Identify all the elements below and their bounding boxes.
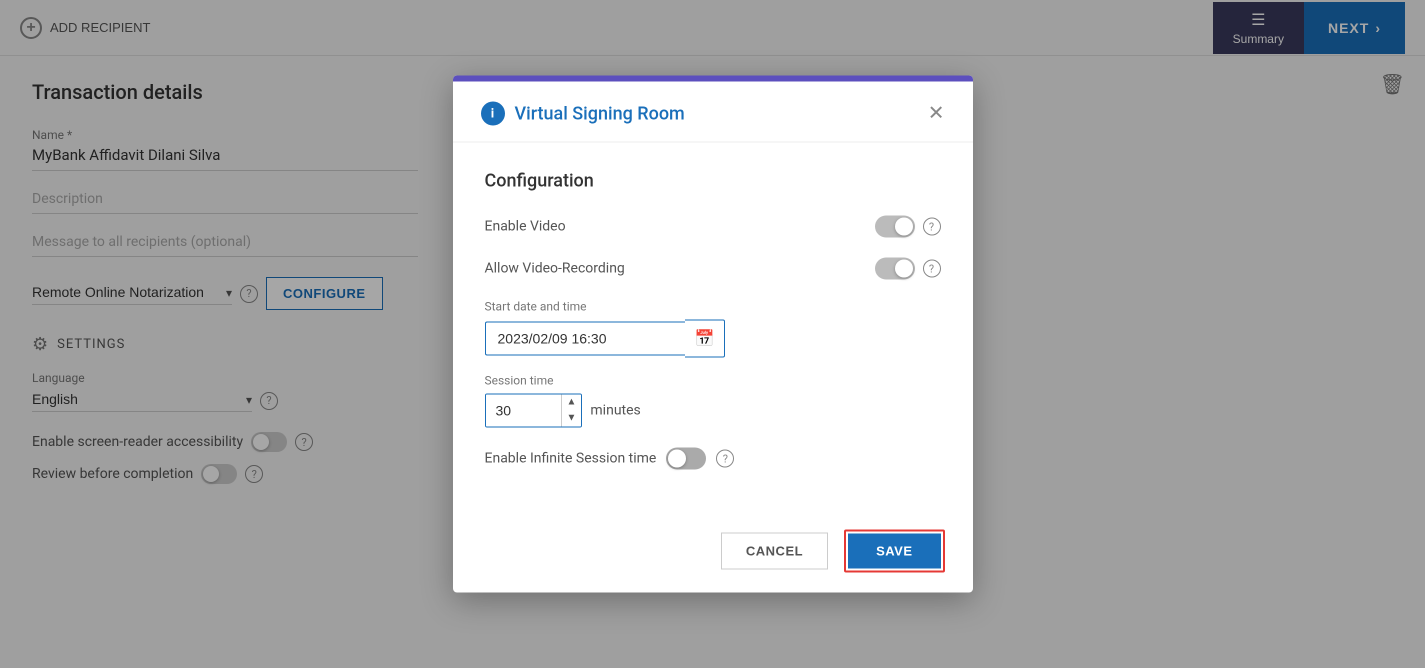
start-date-input[interactable] — [485, 322, 685, 356]
virtual-signing-room-modal: i Virtual Signing Room ✕ Configuration E… — [453, 76, 973, 593]
allow-recording-controls: ? — [875, 258, 941, 280]
close-icon: ✕ — [928, 103, 945, 125]
enable-video-label-row: Enable Video — [485, 219, 566, 235]
datetime-input-row: 📅 — [485, 320, 941, 358]
session-time-input[interactable] — [486, 395, 561, 427]
minutes-label: minutes — [590, 403, 640, 419]
enable-video-label: Enable Video — [485, 219, 566, 235]
modal-title-row: i Virtual Signing Room — [481, 102, 685, 126]
cancel-button[interactable]: CANCEL — [721, 533, 828, 570]
start-datetime-wrapper: Start date and time 📅 — [485, 300, 941, 358]
allow-recording-toggle[interactable] — [875, 258, 915, 280]
calendar-button[interactable]: 📅 — [685, 320, 726, 358]
session-time-row: ▲ ▼ minutes — [485, 394, 941, 428]
start-date-label: Start date and time — [485, 300, 941, 314]
modal-title: Virtual Signing Room — [515, 103, 685, 124]
allow-recording-help-icon[interactable]: ? — [923, 260, 941, 278]
enable-video-help-icon[interactable]: ? — [923, 218, 941, 236]
enable-video-controls: ? — [875, 216, 941, 238]
modal-body: Configuration Enable Video ? Allow Video… — [453, 143, 973, 518]
config-section-title: Configuration — [485, 171, 941, 192]
enable-video-toggle[interactable] — [875, 216, 915, 238]
session-time-label: Session time — [485, 374, 941, 388]
infinite-session-toggle[interactable] — [666, 448, 706, 470]
modal-footer: CANCEL SAVE — [453, 518, 973, 593]
save-button[interactable]: SAVE — [848, 534, 940, 569]
session-spinner-arrows: ▲ ▼ — [561, 395, 582, 427]
infinite-session-row: Enable Infinite Session time ? — [485, 448, 941, 470]
session-number-wrapper: ▲ ▼ — [485, 394, 583, 428]
session-decrement-button[interactable]: ▼ — [562, 411, 582, 427]
session-time-wrapper: Session time ▲ ▼ minutes — [485, 374, 941, 428]
infinite-session-help-icon[interactable]: ? — [716, 450, 734, 468]
allow-recording-row: Allow Video-Recording ? — [485, 258, 941, 280]
save-button-wrapper: SAVE — [844, 530, 944, 573]
enable-video-row: Enable Video ? — [485, 216, 941, 238]
modal-close-button[interactable]: ✕ — [928, 104, 945, 124]
allow-recording-label-row: Allow Video-Recording — [485, 261, 625, 277]
allow-recording-label: Allow Video-Recording — [485, 261, 625, 277]
calendar-icon: 📅 — [695, 331, 715, 348]
modal-header: i Virtual Signing Room ✕ — [453, 82, 973, 143]
infinite-session-label: Enable Infinite Session time — [485, 451, 657, 467]
modal-info-icon: i — [481, 102, 505, 126]
session-increment-button[interactable]: ▲ — [562, 395, 582, 411]
